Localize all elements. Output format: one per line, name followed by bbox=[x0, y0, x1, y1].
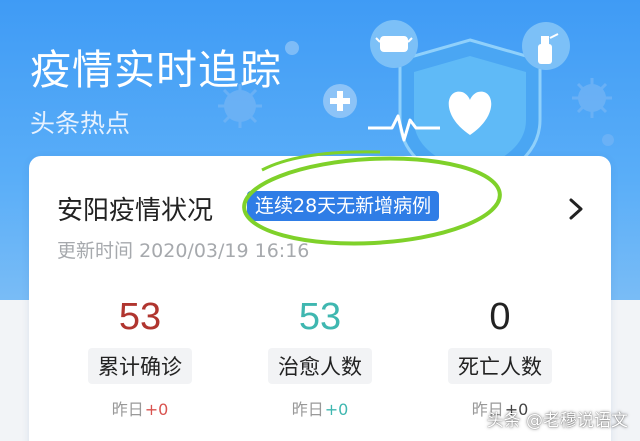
mask-icon bbox=[370, 20, 418, 68]
update-time: 更新时间 2020/03/19 16:16 bbox=[57, 236, 309, 263]
yesterday-label: 昨日 bbox=[111, 400, 144, 419]
stat-value: 0 bbox=[489, 296, 511, 338]
stat-value: 53 bbox=[298, 296, 342, 338]
stat-label: 死亡人数 bbox=[448, 348, 552, 384]
region-title: 安阳疫情状况 bbox=[57, 196, 214, 226]
stat-label: 治愈人数 bbox=[268, 348, 372, 384]
watermark: 头条 @老穆说语文 bbox=[486, 411, 628, 431]
stat-value: 53 bbox=[118, 296, 162, 338]
stat-recovered: 53 治愈人数 昨日+0 bbox=[245, 294, 395, 420]
stat-yesterday: 昨日+0 bbox=[245, 396, 395, 420]
status-badge: 连续28天无新增病例 bbox=[247, 191, 440, 221]
yesterday-delta: +0 bbox=[144, 400, 169, 419]
region-status-card[interactable]: 安阳疫情状况 连续28天无新增病例 更新时间 2020/03/19 16:16 … bbox=[29, 156, 611, 441]
chevron-right-icon[interactable] bbox=[565, 196, 587, 222]
spray-bottle-icon bbox=[522, 22, 570, 70]
stat-confirmed: 53 累计确诊 昨日+0 bbox=[65, 294, 215, 420]
stat-label: 累计确诊 bbox=[88, 348, 192, 384]
page-subtitle: 头条热点 bbox=[30, 109, 131, 138]
stat-deaths: 0 死亡人数 昨日+0 bbox=[425, 294, 575, 420]
stat-yesterday: 昨日+0 bbox=[65, 396, 215, 420]
update-time-value: 2020/03/19 16:16 bbox=[139, 240, 310, 262]
yesterday-delta: +0 bbox=[324, 400, 349, 419]
page-title: 疫情实时追踪 bbox=[30, 46, 282, 94]
yesterday-label: 昨日 bbox=[291, 400, 324, 419]
plus-icon bbox=[323, 84, 357, 118]
update-time-label: 更新时间 bbox=[57, 240, 134, 262]
